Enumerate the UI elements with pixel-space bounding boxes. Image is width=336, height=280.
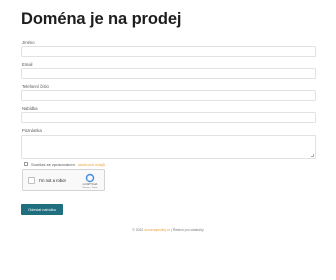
recaptcha-widget: I'm not a robot reCAPTCHA Privacy - Term…: [22, 169, 105, 191]
consent-row: Souhlas se zpracováním osobních údajů: [24, 161, 105, 167]
footer: © 2022 domenaprodej.cz | Řešení pro vlas…: [0, 228, 336, 232]
page: Doména je na prodej Jméno Email Telefonn…: [0, 0, 336, 280]
resize-grip-icon[interactable]: [311, 154, 314, 157]
recaptcha-terms[interactable]: Privacy - Terms: [78, 187, 102, 189]
privacy-link[interactable]: osobních údajů: [78, 162, 105, 167]
offer-label: Nabídka: [22, 106, 38, 111]
phone-label: Telefonní číslo: [22, 84, 49, 89]
email-field[interactable]: [21, 68, 316, 79]
page-title: Doména je na prodej: [21, 10, 182, 28]
footer-link[interactable]: domenaprodej.cz: [144, 228, 170, 232]
offer-field[interactable]: [21, 112, 316, 123]
submit-offer-button[interactable]: Odeslat nabídku: [21, 204, 63, 215]
email-label: Email: [22, 62, 33, 67]
recaptcha-checkbox[interactable]: [28, 177, 35, 184]
name-field[interactable]: [21, 46, 316, 57]
recaptcha-label: I'm not a robot: [39, 178, 66, 183]
name-label: Jméno: [22, 40, 35, 45]
phone-field[interactable]: [21, 90, 316, 101]
note-label: Poznámka: [22, 128, 42, 133]
footer-suffix: | Řešení pro vlastníky: [170, 228, 204, 232]
recaptcha-icon: [85, 173, 95, 183]
note-textarea[interactable]: [21, 135, 316, 159]
consent-checkbox[interactable]: [24, 162, 28, 166]
consent-text: Souhlas se zpracováním: [31, 161, 75, 167]
footer-copyright: © 2022: [132, 228, 144, 232]
